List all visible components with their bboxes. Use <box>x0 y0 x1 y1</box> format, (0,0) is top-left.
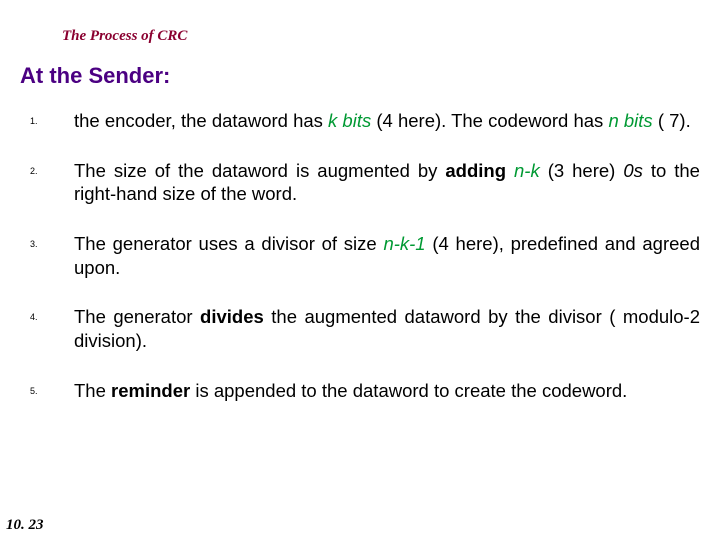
text: is appended to the dataword to create th… <box>195 380 627 401</box>
item-number: 1. <box>30 109 74 133</box>
list-item: 1. the encoder, the dataword has k bits … <box>30 109 700 133</box>
text: ( 7). <box>658 110 691 131</box>
text: The <box>74 380 111 401</box>
text: (3 here) <box>548 160 624 181</box>
slide-title: The Process of CRC <box>62 28 700 45</box>
item-body: The size of the dataword is augmented by… <box>74 159 700 206</box>
item-body: The generator divides the augmented data… <box>74 305 700 352</box>
item-number: 5. <box>30 379 74 403</box>
page-number: 10. 23 <box>6 517 44 534</box>
emphasis: n-k <box>514 160 548 181</box>
item-body: The reminder is appended to the dataword… <box>74 379 700 403</box>
bold: reminder <box>111 380 195 401</box>
steps-list: 1. the encoder, the dataword has k bits … <box>20 109 700 402</box>
emphasis: k bits <box>328 110 376 131</box>
text: (4 here). The codeword has <box>376 110 608 131</box>
emphasis: n bits <box>608 110 657 131</box>
emphasis: 0s <box>623 160 651 181</box>
text: the encoder, the dataword has <box>74 110 328 131</box>
item-number: 2. <box>30 159 74 206</box>
text: The size of the dataword is augmented by <box>74 160 445 181</box>
section-heading: At the Sender: <box>20 63 700 89</box>
text: The generator <box>74 306 200 327</box>
emphasis: n-k-1 <box>383 233 432 254</box>
item-number: 3. <box>30 232 74 279</box>
bold: divides <box>200 306 271 327</box>
bold: adding <box>445 160 514 181</box>
list-item: 3. The generator uses a divisor of size … <box>30 232 700 279</box>
item-number: 4. <box>30 305 74 352</box>
list-item: 5. The reminder is appended to the dataw… <box>30 379 700 403</box>
item-body: The generator uses a divisor of size n-k… <box>74 232 700 279</box>
item-body: the encoder, the dataword has k bits (4 … <box>74 109 700 133</box>
list-item: 2. The size of the dataword is augmented… <box>30 159 700 206</box>
text: The generator uses a divisor of size <box>74 233 383 254</box>
list-item: 4. The generator divides the augmented d… <box>30 305 700 352</box>
